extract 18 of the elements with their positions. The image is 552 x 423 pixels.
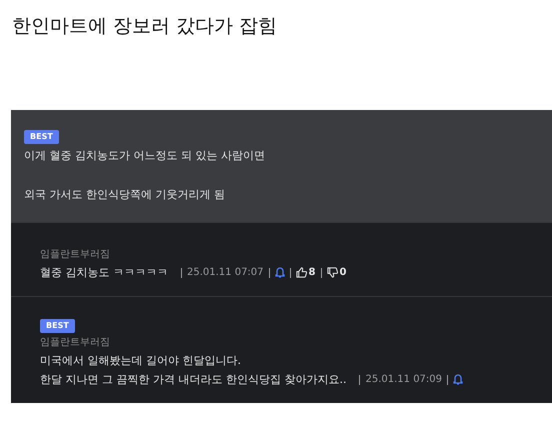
comment-author: 임플란트부러짐	[40, 336, 111, 350]
thumbs-down-icon[interactable]	[326, 267, 338, 278]
comment-text: 미국에서 일해봤는데 길어야 힌달입니다.	[40, 353, 241, 369]
comment-text: 혈중 김치농도 ㅋㅋㅋㅋㅋ	[40, 265, 168, 281]
best-badge: BEST	[24, 130, 59, 144]
thumbs-up-icon[interactable]	[296, 267, 307, 278]
comment-text: 한달 지나면 그 끔찍한 가격 내더라도 한인식당집 찾아가지요..	[40, 372, 346, 388]
comment-text: 이게 혈중 김치농도가 어느정도 되 있는 사람이면	[24, 148, 265, 164]
like-button[interactable]: 8	[296, 263, 316, 282]
comment-date: 25.01.11 07:07	[187, 266, 264, 280]
comment-author: 임플란트부러짐	[40, 248, 111, 262]
post-title: 한인마트에 장보러 갔다가 잡힘	[11, 14, 278, 39]
bell-icon[interactable]	[453, 374, 464, 385]
comment-text: 외국 가서도 한인식당쪽에 기웃거리게 됨	[24, 187, 225, 203]
bell-icon[interactable]	[274, 267, 285, 278]
best-badge: BEST	[40, 319, 75, 333]
comment-date: 25.01.11 07:09	[365, 373, 442, 387]
dislike-button[interactable]: 0	[326, 263, 346, 282]
